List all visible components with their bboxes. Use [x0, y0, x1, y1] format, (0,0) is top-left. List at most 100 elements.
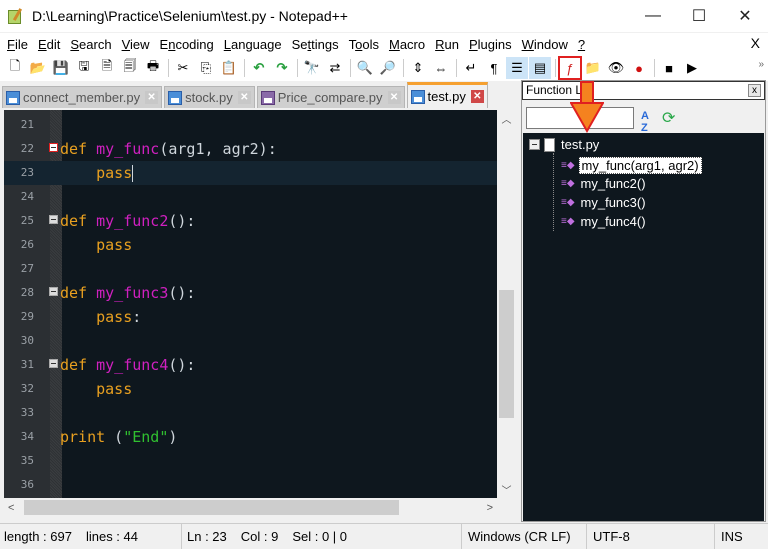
collapse-icon[interactable]	[529, 139, 540, 150]
record-macro-icon[interactable]: ●	[628, 57, 650, 79]
minimize-button[interactable]: —	[630, 0, 676, 32]
save-icon[interactable]: 💾	[50, 57, 72, 79]
folder-as-workspace-icon[interactable]: 📁	[582, 57, 604, 79]
scroll-left-icon[interactable]: <	[8, 502, 14, 514]
horizontal-scroll-thumb[interactable]	[24, 500, 399, 515]
menu-item-window[interactable]: Window	[517, 37, 573, 52]
fold-toggle-icon[interactable]	[49, 215, 58, 224]
zoom-in-icon[interactable]: 🔍	[354, 57, 376, 79]
code-line[interactable]: 33	[4, 401, 497, 425]
code-line[interactable]: 36	[4, 473, 497, 497]
scroll-right-icon[interactable]: >	[487, 502, 493, 514]
code-line[interactable]: 34 print ("End")	[4, 425, 497, 449]
tab-connect-member-py[interactable]: connect_member.py ✕	[2, 86, 163, 108]
zoom-out-icon[interactable]: 🔎	[377, 57, 399, 79]
show-all-chars-icon[interactable]: ¶	[483, 57, 505, 79]
sort-icon[interactable]: AZ	[641, 110, 649, 134]
horizontal-scrollbar[interactable]: < >	[4, 498, 497, 517]
code-editor[interactable]: 21 22 def my_func(arg1, agr2): 23 pass 24 25 d…	[4, 110, 516, 498]
close-icon[interactable]: 🗎	[96, 57, 118, 79]
punctuation: ():	[168, 356, 196, 374]
file-icon	[544, 137, 555, 152]
code-line[interactable]: 29 pass:	[4, 305, 497, 329]
replace-icon[interactable]: ⇄	[324, 57, 346, 79]
stop-macro-icon[interactable]: ■	[658, 57, 680, 79]
fold-toggle-icon[interactable]	[49, 359, 58, 368]
scroll-down-icon[interactable]: ﹀	[497, 481, 516, 498]
menu-item-encoding[interactable]: Encoding	[155, 37, 219, 52]
copy-icon[interactable]: ⎘	[195, 57, 217, 79]
tab-close-icon[interactable]: ✕	[145, 91, 159, 104]
menu-item-edit[interactable]: Edit	[33, 37, 65, 52]
document-map-icon[interactable]: ▤	[529, 57, 551, 79]
function-list-item[interactable]: ≡◆ my_func(arg1, agr2)	[561, 157, 702, 174]
menu-item-language[interactable]: Language	[219, 37, 287, 52]
menu-item-help[interactable]: ?	[573, 37, 590, 52]
redo-icon[interactable]: ↷	[271, 57, 293, 79]
menu-item-plugins[interactable]: Plugins	[464, 37, 517, 52]
menu-item-settings[interactable]: Settings	[287, 37, 344, 52]
open-file-icon[interactable]: 📂	[27, 57, 49, 79]
function-icon: ≡◆	[561, 160, 575, 171]
code-line[interactable]: 30	[4, 329, 497, 353]
fold-toggle-icon[interactable]	[49, 143, 58, 152]
tab-price-compare-py[interactable]: Price_compare.py ✕	[256, 86, 405, 108]
menu-item-macro[interactable]: Macro	[384, 37, 430, 52]
vertical-scrollbar[interactable]: ︿ ﹀	[497, 110, 516, 498]
tree-root[interactable]: test.py	[529, 137, 599, 152]
code-line[interactable]: 24	[4, 185, 497, 209]
menu-item-search[interactable]: Search	[65, 37, 116, 52]
toolbar-overflow-icon[interactable]: »	[758, 59, 764, 70]
menu-accelerator: F	[7, 36, 15, 52]
play-macro-icon[interactable]: ▶	[681, 57, 703, 79]
tab-close-icon[interactable]: ✕	[387, 91, 401, 104]
vertical-scroll-thumb[interactable]	[499, 290, 514, 418]
code-line[interactable]: 27	[4, 257, 497, 281]
code-line[interactable]: 26 pass	[4, 233, 497, 257]
code-line[interactable]: 22 def my_func(arg1, agr2):	[4, 137, 497, 161]
word-wrap-icon[interactable]: ↵	[460, 57, 482, 79]
code-text: pass	[60, 377, 132, 401]
function-list-item[interactable]: ≡◆ my_func4()	[561, 214, 648, 229]
status-encoding[interactable]: UTF-8	[587, 523, 715, 549]
refresh-icon[interactable]: ⟳	[662, 108, 675, 128]
menu-item-tools[interactable]: Tools	[344, 37, 384, 52]
code-line[interactable]: 32 pass	[4, 377, 497, 401]
tab-close-icon[interactable]: ✕	[237, 91, 251, 104]
maximize-button[interactable]: ☐	[676, 0, 722, 32]
code-line[interactable]: 31 def my_func4():	[4, 353, 497, 377]
close-all-icon[interactable]: 🗐	[119, 57, 141, 79]
fold-toggle-icon[interactable]	[49, 287, 58, 296]
function-list-icon[interactable]: ƒ	[558, 56, 582, 80]
print-icon[interactable]: 🖶	[142, 57, 164, 79]
paste-icon[interactable]: 📋	[218, 57, 240, 79]
new-file-icon[interactable]: 🗋	[4, 57, 26, 79]
code-line[interactable]: 28 def my_func3():	[4, 281, 497, 305]
menu-item-view[interactable]: View	[117, 37, 155, 52]
sync-horizontal-icon[interactable]: ⇔	[430, 57, 452, 79]
code-line[interactable]: 23 pass	[4, 161, 497, 185]
status-eol[interactable]: Windows (CR LF)	[462, 523, 587, 549]
sync-vertical-icon[interactable]: ⇕	[407, 57, 429, 79]
save-all-icon[interactable]: 🖫	[73, 57, 95, 79]
function-list-item[interactable]: ≡◆ my_func2()	[561, 176, 648, 191]
tab-close-icon[interactable]: ✕	[470, 90, 484, 103]
cut-icon[interactable]: ✂	[172, 57, 194, 79]
tab-stock-py[interactable]: stock.py ✕	[164, 86, 255, 108]
monitoring-icon[interactable]: 👁	[605, 57, 627, 79]
indent-guide-icon[interactable]: ☰	[506, 57, 528, 79]
menu-item-run[interactable]: Run	[430, 37, 464, 52]
code-line[interactable]: 21	[4, 113, 497, 137]
tab-test-py[interactable]: test.py ✕	[406, 82, 488, 108]
close-button[interactable]: ✕	[722, 0, 768, 32]
code-line[interactable]: 35	[4, 449, 497, 473]
function-list-item[interactable]: ≡◆ my_func3()	[561, 195, 648, 210]
find-icon[interactable]: 🔭	[301, 57, 323, 79]
status-insert-mode[interactable]: INS	[715, 524, 755, 549]
menu-item-file[interactable]: File	[2, 37, 33, 52]
close-document-button[interactable]: X	[751, 35, 760, 51]
undo-icon[interactable]: ↶	[248, 57, 270, 79]
code-line[interactable]: 25 def my_func2():	[4, 209, 497, 233]
panel-close-button[interactable]: x	[748, 84, 761, 97]
scroll-up-icon[interactable]: ︿	[497, 110, 516, 127]
